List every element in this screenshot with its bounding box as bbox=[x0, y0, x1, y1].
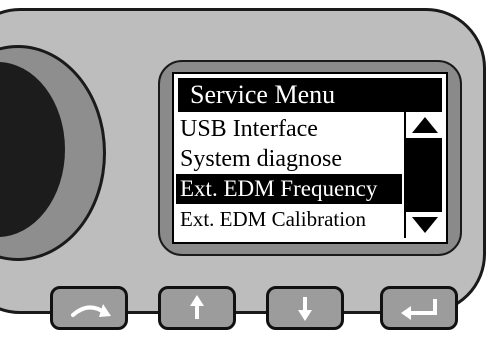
device-panel: Service Menu USB Interface System diagno… bbox=[0, 0, 498, 338]
arrow-up-icon bbox=[190, 295, 204, 319]
back-key[interactable] bbox=[50, 286, 128, 330]
scroll-thumb[interactable] bbox=[406, 138, 442, 212]
down-key[interactable] bbox=[266, 286, 344, 330]
menu-title: Service Menu bbox=[178, 78, 442, 112]
scroll-down-arrow-icon[interactable] bbox=[410, 214, 440, 236]
menu-list: USB Interface System diagnose Ext. EDM F… bbox=[176, 114, 402, 234]
menu-item-ext-edm-calibration[interactable]: Ext. EDM Calibration bbox=[176, 204, 402, 234]
menu-item-system-diagnose[interactable]: System diagnose bbox=[176, 144, 402, 174]
menu-item-ext-edm-frequency[interactable]: Ext. EDM Frequency bbox=[176, 174, 402, 204]
scroll-up-arrow-icon[interactable] bbox=[410, 114, 440, 136]
up-key[interactable] bbox=[158, 286, 236, 330]
curved-arrow-icon bbox=[71, 304, 111, 317]
enter-key[interactable] bbox=[380, 286, 458, 330]
scrollbar[interactable] bbox=[404, 112, 442, 238]
lcd-screen: Service Menu USB Interface System diagno… bbox=[172, 72, 448, 244]
enter-icon bbox=[401, 299, 437, 320]
arrow-down-icon bbox=[298, 297, 312, 321]
hardware-keys bbox=[0, 286, 498, 338]
menu-item-usb-interface[interactable]: USB Interface bbox=[176, 114, 402, 144]
